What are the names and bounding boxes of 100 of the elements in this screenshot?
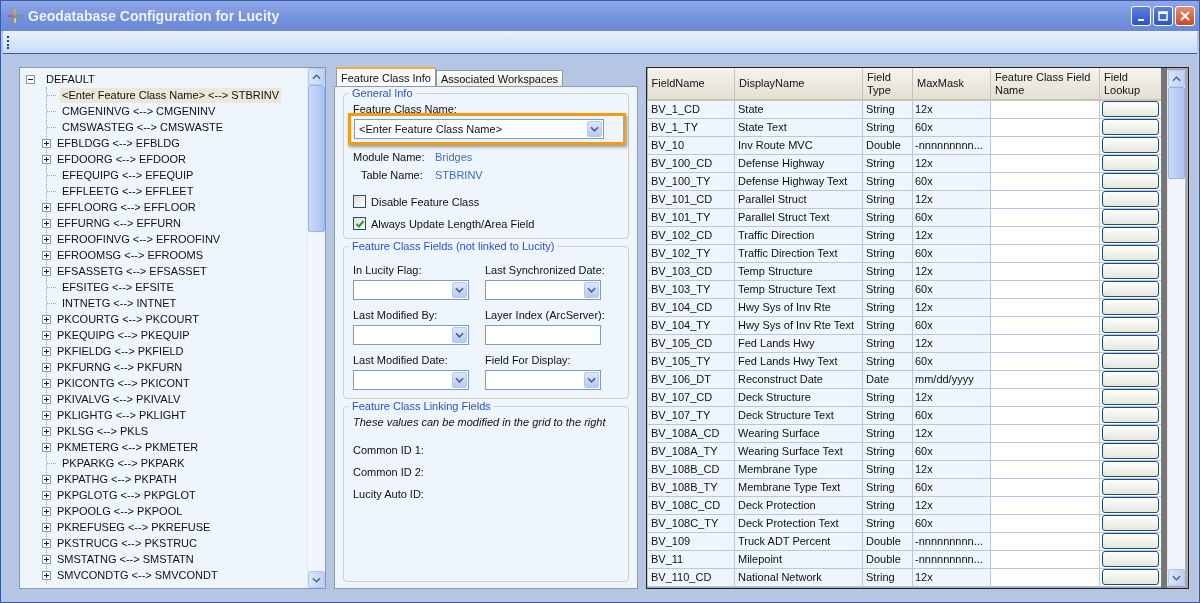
tree-item[interactable]: PKLSG <--> PKLS [55, 423, 151, 439]
lookup-button[interactable] [1102, 119, 1159, 135]
tree-item[interactable]: EFFLEETG <--> EFFLEET [60, 183, 196, 199]
lookup-button[interactable] [1102, 371, 1159, 387]
tree-item[interactable]: INTNETG <--> INTNET [60, 295, 179, 311]
expand-icon[interactable] [42, 362, 51, 372]
lookup-button[interactable] [1102, 281, 1159, 297]
tree-item[interactable]: PKMETERG <--> PKMETER [55, 439, 201, 455]
lookup-button[interactable] [1102, 137, 1159, 153]
scrollbar[interactable] [1167, 70, 1185, 586]
expand-icon[interactable] [42, 426, 51, 436]
expand-icon[interactable] [42, 570, 51, 580]
column-header[interactable]: Field Type [862, 68, 913, 100]
lookup-button[interactable] [1102, 209, 1159, 225]
scroll-thumb[interactable] [1168, 87, 1185, 179]
lookup-button[interactable] [1102, 173, 1159, 189]
expand-icon[interactable] [42, 394, 51, 404]
tree-item[interactable]: PKSTRUCG <--> PKSTRUC [55, 535, 199, 551]
lookup-button[interactable] [1102, 263, 1159, 279]
tree-item[interactable]: CMSWASTEG <--> CMSWASTE [60, 119, 226, 135]
lookup-button[interactable] [1102, 155, 1159, 171]
expand-icon[interactable] [42, 234, 51, 244]
tree-item[interactable]: CMGENINVG <--> CMGENINV [60, 103, 218, 119]
lookup-button[interactable] [1102, 569, 1159, 585]
tree-item[interactable]: PKCOURTG <--> PKCOURT [55, 311, 201, 327]
lookup-button[interactable] [1102, 425, 1159, 441]
close-button[interactable] [1175, 6, 1195, 26]
tree-item[interactable]: EFROOFINVG <--> EFROOFINV [55, 231, 223, 247]
expand-icon[interactable] [42, 522, 51, 532]
tree-item[interactable]: PKLIGHTG <--> PKLIGHT [55, 407, 188, 423]
tree-item[interactable]: EFFLOORG <--> EFFLOOR [55, 199, 198, 215]
lookup-button[interactable] [1102, 533, 1159, 549]
tree-item[interactable]: DEFAULT [44, 71, 97, 87]
dropdown[interactable] [353, 280, 469, 300]
lookup-button[interactable] [1102, 299, 1159, 315]
dropdown[interactable] [485, 370, 601, 390]
lookup-button[interactable] [1102, 479, 1159, 495]
scroll-up-button[interactable] [308, 68, 325, 85]
tree-item[interactable]: PKREFUSEG <--> PKREFUSE [55, 519, 213, 535]
expand-icon[interactable] [42, 346, 51, 356]
tree-item[interactable]: PKPOOLG <--> PKPOOL [55, 503, 185, 519]
lookup-button[interactable] [1102, 353, 1159, 369]
tree-item[interactable]: PKFURNG <--> PKFURN [55, 359, 185, 375]
expand-icon[interactable] [42, 202, 51, 212]
minimize-button[interactable] [1131, 6, 1151, 26]
lookup-button[interactable] [1102, 443, 1159, 459]
lookup-button[interactable] [1102, 101, 1159, 117]
scrollbar[interactable] [307, 68, 325, 588]
checkbox[interactable] [353, 217, 366, 230]
input-field[interactable] [485, 325, 601, 345]
tree-item[interactable]: EFBLDGG <--> EFBLDG [55, 135, 182, 151]
tab[interactable]: Feature Class Info [336, 67, 436, 86]
tree-item[interactable]: SMVCONDTG <--> SMVCONDT [55, 567, 220, 583]
tree-item[interactable]: EFSITEG <--> EFSITE [60, 279, 176, 295]
tree-item[interactable]: EFEQUIPG <--> EFEQUIP [60, 167, 196, 183]
maximize-button[interactable] [1153, 6, 1173, 26]
tree-item[interactable]: PKPARKG <--> PKPARK [60, 455, 187, 471]
expand-icon[interactable] [42, 442, 51, 452]
tree-item[interactable]: PKICONTG <--> PKICONT [55, 375, 192, 391]
lookup-button[interactable] [1102, 497, 1159, 513]
lookup-button[interactable] [1102, 227, 1159, 243]
expand-icon[interactable] [42, 410, 51, 420]
expand-icon[interactable] [42, 314, 51, 324]
lookup-button[interactable] [1102, 515, 1159, 531]
lookup-button[interactable] [1102, 407, 1159, 423]
tree-item[interactable]: EFDOORG <--> EFDOOR [55, 151, 188, 167]
scroll-down-button[interactable] [1168, 569, 1185, 586]
lookup-button[interactable] [1102, 245, 1159, 261]
tab[interactable]: Associated Workspaces [435, 70, 564, 86]
expand-icon[interactable] [42, 490, 51, 500]
expand-icon[interactable] [42, 378, 51, 388]
expand-icon[interactable] [42, 218, 51, 228]
column-header[interactable]: MaxMask [912, 68, 991, 100]
grip-icon[interactable] [7, 35, 10, 49]
column-header[interactable]: FieldName [647, 68, 735, 100]
lookup-button[interactable] [1102, 335, 1159, 351]
scroll-down-button[interactable] [308, 571, 325, 588]
lookup-button[interactable] [1102, 389, 1159, 405]
expand-icon[interactable] [42, 538, 51, 548]
expand-icon[interactable] [42, 250, 51, 260]
lookup-button[interactable] [1102, 317, 1159, 333]
tree-item[interactable]: SMSTATNG <--> SMSTATN [55, 551, 196, 567]
tree-item[interactable]: PKPATHG <--> PKPATH [55, 471, 179, 487]
lookup-button[interactable] [1102, 191, 1159, 207]
lookup-button[interactable] [1102, 461, 1159, 477]
expand-icon[interactable] [42, 266, 51, 276]
expand-icon[interactable] [42, 554, 51, 564]
expand-icon[interactable] [42, 506, 51, 516]
lookup-button[interactable] [1102, 551, 1159, 567]
column-header[interactable]: DisplayName [734, 68, 863, 100]
expand-icon[interactable] [42, 474, 51, 484]
expand-icon[interactable] [42, 138, 51, 148]
scroll-thumb[interactable] [308, 85, 325, 232]
tree-item[interactable]: PKEQUIPG <--> PKEQUIP [55, 327, 192, 343]
scroll-up-button[interactable] [1168, 70, 1185, 87]
tree-item[interactable]: EFFURNG <--> EFFURN [55, 215, 184, 231]
dropdown[interactable] [353, 370, 469, 390]
expand-icon[interactable] [42, 154, 51, 164]
checkbox[interactable] [353, 195, 366, 208]
feature-class-dropdown[interactable]: <Enter Feature Class Name> [354, 119, 604, 139]
